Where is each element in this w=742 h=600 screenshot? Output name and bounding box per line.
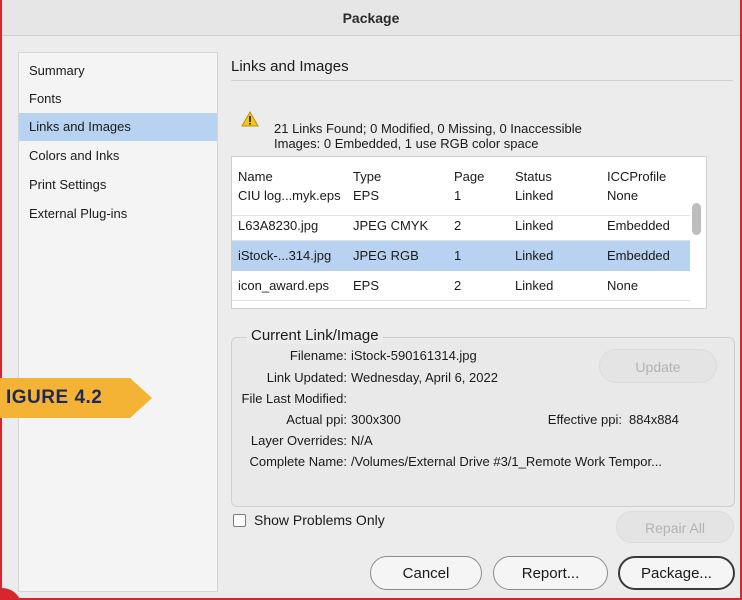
cell-type: EPS <box>353 278 380 293</box>
images-summary: Images: 0 Embedded, 1 use RGB color spac… <box>274 136 539 151</box>
sidebar-item-colors-and-inks[interactable]: Colors and Inks <box>19 142 217 170</box>
table-row[interactable]: L63A8230.jpg JPEG CMYK 2 Linked Embedded <box>232 211 690 241</box>
cancel-button[interactable]: Cancel <box>370 556 482 590</box>
package-button[interactable]: Package... <box>618 556 735 590</box>
cell-page: 1 <box>454 188 462 203</box>
cell-name: iStock-...314.jpg <box>238 248 332 263</box>
actual-ppi-label: Actual ppi: <box>286 412 347 427</box>
repair-all-button[interactable]: Repair All <box>616 511 734 543</box>
section-title: Links and Images <box>231 58 349 75</box>
table-scrollbar[interactable] <box>690 157 706 308</box>
actual-ppi-value: 300x300 <box>351 412 401 427</box>
layer-overrides-label: Layer Overrides: <box>250 433 347 448</box>
figure-label: IGURE 4.2 <box>6 387 103 408</box>
cell-status: Linked <box>515 218 554 233</box>
cell-name: icon_award.eps <box>238 278 330 293</box>
figure-callout: IGURE 4.2 <box>0 378 154 418</box>
column-header-type[interactable]: Type <box>353 169 381 184</box>
scrollbar-thumb[interactable] <box>692 203 701 235</box>
column-header-icc-profile[interactable]: ICCProfile <box>607 169 666 184</box>
cell-icc-profile: None <box>607 278 639 293</box>
cell-status: Linked <box>515 188 554 203</box>
cell-icc-profile: Embedded <box>607 218 670 233</box>
file-last-modified-label: File Last Modified: <box>241 391 348 406</box>
column-header-status[interactable]: Status <box>515 169 552 184</box>
warning-triangle-icon <box>241 111 259 127</box>
cell-status: Linked <box>515 278 554 293</box>
filename-value: iStock-590161314.jpg <box>351 348 477 363</box>
cell-type: JPEG CMYK <box>353 218 429 233</box>
update-button[interactable]: Update <box>599 349 717 383</box>
links-summary: 21 Links Found; 0 Modified, 0 Missing, 0… <box>274 121 582 136</box>
sidebar-item-links-and-images[interactable]: Links and Images <box>19 113 217 141</box>
cell-type: JPEG RGB <box>353 248 419 263</box>
cell-icc-profile: Embedded <box>607 248 670 263</box>
title-bar[interactable]: Package <box>2 0 740 36</box>
cell-name: CIU log...myk.eps <box>238 188 341 203</box>
column-header-name[interactable]: Name <box>238 169 273 184</box>
sidebar-item-fonts[interactable]: Fonts <box>19 85 217 113</box>
column-header-page[interactable]: Page <box>454 169 484 184</box>
link-updated-label: Link Updated: <box>266 370 347 385</box>
cell-status: Linked <box>515 248 554 263</box>
table-row[interactable]: icon_award.eps EPS 2 Linked None <box>232 271 690 301</box>
complete-name-label: Complete Name: <box>249 454 347 469</box>
cell-icc-profile: None <box>607 188 639 203</box>
show-problems-only-label[interactable]: Show Problems Only <box>254 512 385 528</box>
window-title: Package <box>342 10 400 26</box>
sidebar-item-print-settings[interactable]: Print Settings <box>19 171 217 199</box>
current-link-title: Current Link/Image <box>247 327 383 344</box>
report-button[interactable]: Report... <box>493 556 608 590</box>
table-row-selected[interactable]: iStock-...314.jpg JPEG RGB 1 Linked Embe… <box>232 241 690 271</box>
section-divider <box>231 80 733 81</box>
cell-page: 2 <box>454 218 462 233</box>
complete-name-value: /Volumes/External Drive #3/1_Remote Work… <box>351 454 662 469</box>
cell-page: 2 <box>454 278 462 293</box>
sidebar-item-summary[interactable]: Summary <box>19 57 217 85</box>
cell-page: 1 <box>454 248 462 263</box>
cell-type: EPS <box>353 188 380 203</box>
effective-ppi-value: 884x884 <box>629 412 679 427</box>
links-table[interactable]: Name Type Page Status ICCProfile CIU log… <box>231 156 707 309</box>
package-dialog: Package Summary Fonts Links and Images C… <box>0 0 742 600</box>
cell-name: L63A8230.jpg <box>238 218 319 233</box>
link-updated-value: Wednesday, April 6, 2022 <box>351 370 498 385</box>
layer-overrides-value: N/A <box>351 433 373 448</box>
effective-ppi-label: Effective ppi: <box>547 412 622 427</box>
sidebar: Summary Fonts Links and Images Colors an… <box>18 52 218 592</box>
filename-label: Filename: <box>289 348 347 363</box>
sidebar-item-external-plug-ins[interactable]: External Plug-ins <box>19 200 217 228</box>
show-problems-only-checkbox[interactable] <box>233 514 246 527</box>
